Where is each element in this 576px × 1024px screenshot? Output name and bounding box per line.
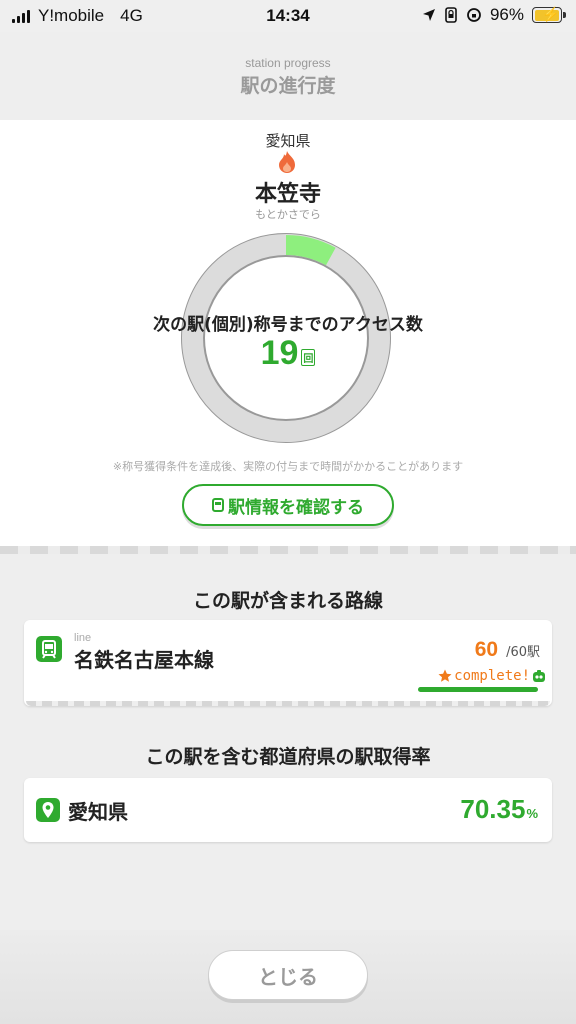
line-acquired-count: 60 <box>474 638 499 661</box>
section-divider <box>0 546 576 554</box>
complete-badge: complete! <box>438 668 546 684</box>
line-card[interactable]: line 名鉄名古屋本線 60/60駅 complete! <box>24 620 552 706</box>
header-subtitle: station progress <box>245 56 331 70</box>
station-panel: 愛知県 本笠寺 もとかさでら 次の駅(個別)称号までのアクセス数 19 回 ※称号… <box>0 120 576 546</box>
station-prefecture: 愛知県 <box>265 132 311 150</box>
station-info-button[interactable]: 駅情報を確認する <box>182 484 394 526</box>
line-total-count: /60駅 <box>506 645 540 660</box>
flame-icon <box>279 151 295 173</box>
mascot-icon <box>533 670 545 682</box>
prefecture-card[interactable]: 愛知県 70.35% <box>24 778 552 842</box>
pin-icon <box>36 798 60 822</box>
lock-rotation-icon <box>445 7 457 23</box>
prefecture-rate-unit: % <box>526 806 538 821</box>
train-icon <box>212 498 224 512</box>
prefecture-section-title: この駅を含む都道府県の駅取得率 <box>145 746 431 768</box>
access-count-value: 19 <box>260 334 299 372</box>
complete-label: complete! <box>454 668 530 684</box>
battery-percent: 96% <box>489 5 524 24</box>
train-icon <box>36 636 62 662</box>
prefecture-rate: 70.35% <box>460 794 538 825</box>
page-title: 駅の進行度 <box>240 75 336 97</box>
prefecture-rate-value: 70.35 <box>460 794 526 824</box>
close-button[interactable]: とじる <box>208 950 368 1000</box>
lines-section-title: この駅が含まれる路線 <box>192 590 383 612</box>
station-kana: もとかさでら <box>255 208 321 221</box>
line-card-stripe <box>26 701 550 706</box>
page-header: station progress 駅の進行度 <box>0 32 576 120</box>
acquisition-note: ※称号獲得条件を達成後、実際の付与まで時間がかかることがあります <box>112 460 464 473</box>
battery-icon: ⚡ <box>532 6 566 23</box>
next-title-label: 次の駅(個別)称号までのアクセス数 <box>153 315 423 335</box>
line-tag: line <box>74 632 92 644</box>
line-station-count: 60/60駅 <box>475 638 540 662</box>
access-count-unit: 回 <box>301 349 316 366</box>
prefecture-name: 愛知県 <box>68 800 128 824</box>
complete-progress-bar <box>418 687 538 692</box>
rotation-icon <box>467 8 481 22</box>
line-name: 名鉄名古屋本線 <box>74 648 214 672</box>
star-icon <box>438 669 452 682</box>
station-info-button-label: 駅情報を確認する <box>228 497 364 518</box>
location-arrow-icon <box>422 9 435 21</box>
station-name: 本笠寺 <box>254 182 321 207</box>
status-right: 96% ⚡ <box>422 5 566 25</box>
access-count: 19 回 <box>0 334 576 373</box>
status-bar: Y!mobile 4G 14:34 96% ⚡ <box>0 0 576 32</box>
